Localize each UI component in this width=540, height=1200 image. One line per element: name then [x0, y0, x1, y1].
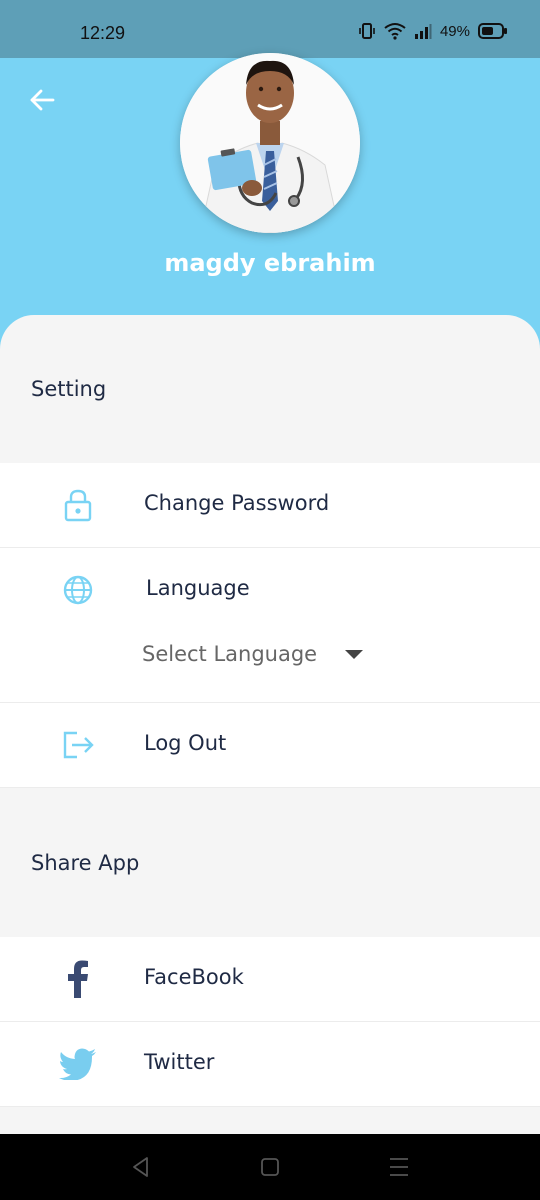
- twitter-label: Twitter: [144, 1050, 215, 1074]
- signal-icon: [414, 24, 432, 39]
- battery-percent: 49%: [439, 22, 470, 40]
- share-section-title: Share App: [31, 851, 140, 875]
- settings-panel: Setting Change Password Language Select …: [0, 315, 540, 1135]
- change-password-row[interactable]: Change Password: [0, 463, 540, 548]
- globe-icon: [58, 570, 98, 610]
- language-dropdown[interactable]: Select Language: [142, 642, 364, 666]
- status-time: 12:29: [80, 23, 126, 43]
- setting-section-title: Setting: [31, 377, 107, 401]
- wifi-icon: [384, 23, 406, 40]
- doctor-avatar-image: [180, 53, 360, 233]
- facebook-label: FaceBook: [144, 965, 244, 989]
- battery-icon: [478, 23, 507, 39]
- facebook-row[interactable]: FaceBook: [0, 937, 540, 1022]
- change-password-label: Change Password: [144, 491, 330, 515]
- chevron-down-icon: [345, 649, 364, 659]
- user-name: magdy ebrahim: [164, 249, 376, 277]
- back-button[interactable]: [24, 82, 60, 118]
- status-bar: 12:29 49%: [0, 0, 540, 58]
- lock-icon: [58, 485, 98, 525]
- log-out-row[interactable]: Log Out: [0, 703, 540, 788]
- log-out-label: Log Out: [144, 731, 227, 755]
- twitter-row[interactable]: Twitter: [0, 1022, 540, 1107]
- language-row: Language Select Language: [0, 548, 540, 703]
- nav-menu-icon[interactable]: [386, 1154, 412, 1180]
- vibrate-icon: [359, 23, 375, 39]
- nav-back-icon[interactable]: [128, 1154, 154, 1180]
- language-label: Language: [146, 576, 250, 600]
- profile-header: magdy ebrahim: [0, 53, 540, 358]
- language-dropdown-value: Select Language: [142, 642, 318, 666]
- logout-icon: [58, 725, 98, 765]
- facebook-icon: [58, 959, 98, 999]
- status-icons: 49%: [358, 22, 508, 40]
- back-arrow-icon: [30, 89, 55, 111]
- avatar[interactable]: [180, 53, 360, 233]
- nav-home-icon[interactable]: [257, 1154, 283, 1180]
- system-nav-bar: [0, 1134, 540, 1200]
- twitter-icon: [58, 1044, 98, 1084]
